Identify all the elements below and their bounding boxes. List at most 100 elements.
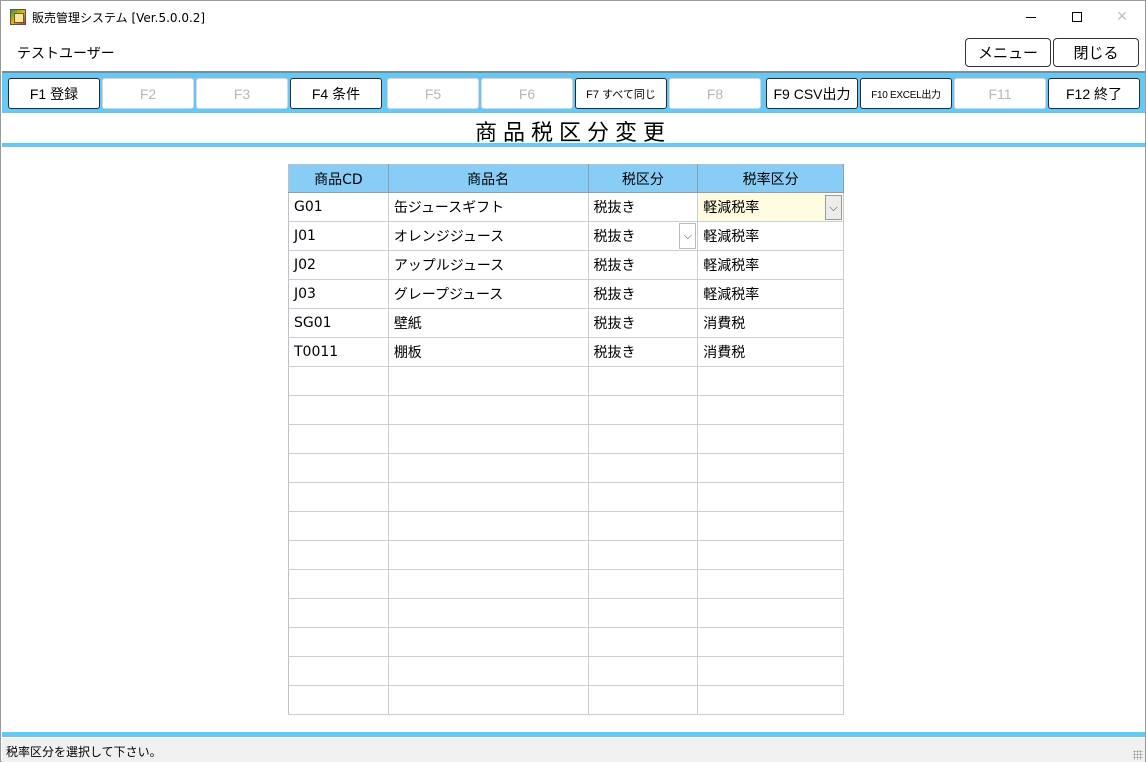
tax-rate-type-cell[interactable] <box>697 395 844 425</box>
table-row[interactable] <box>288 569 844 599</box>
product-code-cell[interactable]: SG01 <box>288 308 389 338</box>
f1-register-button[interactable]: F1 登録 <box>8 78 100 109</box>
product-code-cell[interactable] <box>288 656 389 686</box>
product-code-cell[interactable] <box>288 395 389 425</box>
f3-button[interactable]: F3 <box>196 78 288 109</box>
chevron-down-icon[interactable]: ⌵ <box>825 195 842 220</box>
tax-type-select[interactable]: 税抜き ⌵ <box>588 221 699 251</box>
tax-rate-type-cell[interactable] <box>697 453 844 483</box>
tax-rate-type-cell[interactable] <box>697 569 844 599</box>
tax-rate-type-cell[interactable]: 軽減税率 <box>697 250 844 280</box>
f11-button[interactable]: F11 <box>954 78 1046 109</box>
f8-button[interactable]: F8 <box>669 78 761 109</box>
product-name-cell[interactable] <box>388 511 589 541</box>
product-name-cell[interactable]: グレープジュース <box>388 279 589 309</box>
product-name-cell[interactable] <box>388 482 589 512</box>
tax-rate-type-cell[interactable] <box>697 598 844 628</box>
table-row[interactable] <box>288 685 844 715</box>
tax-rate-type-cell[interactable]: 軽減税率 <box>697 279 844 309</box>
table-row[interactable] <box>288 395 844 425</box>
tax-rate-type-cell[interactable]: 消費税 <box>697 308 844 338</box>
tax-rate-type-cell[interactable] <box>697 424 844 454</box>
product-name-cell[interactable] <box>388 453 589 483</box>
product-name-cell[interactable] <box>388 569 589 599</box>
table-row[interactable] <box>288 366 844 396</box>
f12-exit-button[interactable]: F12 終了 <box>1048 78 1140 109</box>
table-row[interactable] <box>288 453 844 483</box>
f2-button[interactable]: F2 <box>102 78 194 109</box>
chevron-down-icon[interactable]: ⌵ <box>679 223 697 249</box>
tax-type-cell[interactable] <box>588 569 699 599</box>
product-code-cell[interactable]: G01 <box>288 192 389 222</box>
tax-type-cell[interactable] <box>588 598 699 628</box>
product-code-cell[interactable] <box>288 569 389 599</box>
table-row[interactable] <box>288 540 844 570</box>
column-header-tax-rate-type[interactable]: 税率区分 <box>697 164 844 193</box>
product-code-cell[interactable] <box>288 540 389 570</box>
table-row[interactable] <box>288 424 844 454</box>
tax-rate-type-cell[interactable] <box>697 511 844 541</box>
product-code-cell[interactable] <box>288 598 389 628</box>
table-row[interactable]: T0011 棚板 税抜き 消費税 <box>288 337 844 367</box>
f9-csv-export-button[interactable]: F9 CSV出力 <box>766 78 858 109</box>
tax-type-cell[interactable]: 税抜き <box>588 192 699 222</box>
tax-rate-type-cell[interactable] <box>697 366 844 396</box>
product-name-cell[interactable]: アップルジュース <box>388 250 589 280</box>
product-name-cell[interactable] <box>388 627 589 657</box>
product-code-cell[interactable]: J03 <box>288 279 389 309</box>
product-name-cell[interactable] <box>388 366 589 396</box>
tax-rate-type-cell[interactable] <box>697 685 844 715</box>
close-button[interactable]: 閉じる <box>1053 38 1139 67</box>
tax-rate-type-cell[interactable]: 消費税 <box>697 337 844 367</box>
tax-type-cell[interactable]: 税抜き <box>588 337 699 367</box>
tax-type-cell[interactable] <box>588 540 699 570</box>
product-code-cell[interactable] <box>288 366 389 396</box>
product-name-cell[interactable] <box>388 424 589 454</box>
tax-type-cell[interactable] <box>588 424 699 454</box>
table-row[interactable]: J03 グレープジュース 税抜き 軽減税率 <box>288 279 844 309</box>
table-row[interactable] <box>288 482 844 512</box>
product-code-cell[interactable] <box>288 627 389 657</box>
product-code-cell[interactable]: J01 <box>288 221 389 251</box>
column-header-tax-type[interactable]: 税区分 <box>588 164 699 193</box>
table-row[interactable] <box>288 656 844 686</box>
product-code-cell[interactable] <box>288 685 389 715</box>
f7-all-same-button[interactable]: F7 すべて同じ <box>575 78 667 109</box>
table-row[interactable]: J01 オレンジジュース 税抜き ⌵ 軽減税率 <box>288 221 844 251</box>
product-name-cell[interactable] <box>388 685 589 715</box>
product-name-cell[interactable]: 缶ジュースギフト <box>388 192 589 222</box>
tax-type-cell[interactable] <box>588 685 699 715</box>
table-row[interactable]: J02 アップルジュース 税抜き 軽減税率 <box>288 250 844 280</box>
tax-type-cell[interactable]: 税抜き <box>588 250 699 280</box>
f6-button[interactable]: F6 <box>481 78 573 109</box>
close-window-button[interactable]: ✕ <box>1099 1 1145 33</box>
f5-button[interactable]: F5 <box>387 78 479 109</box>
tax-type-cell[interactable] <box>588 627 699 657</box>
tax-type-cell[interactable] <box>588 395 699 425</box>
tax-type-cell[interactable] <box>588 656 699 686</box>
tax-rate-type-cell[interactable] <box>697 540 844 570</box>
product-code-cell[interactable] <box>288 511 389 541</box>
tax-rate-type-cell[interactable] <box>697 482 844 512</box>
table-row[interactable]: G01 缶ジュースギフト 税抜き 軽減税率 ⌵ <box>288 192 844 222</box>
product-code-cell[interactable] <box>288 482 389 512</box>
product-name-cell[interactable] <box>388 598 589 628</box>
f4-condition-button[interactable]: F4 条件 <box>290 78 382 109</box>
menu-button[interactable]: メニュー <box>965 38 1051 67</box>
tax-type-cell[interactable]: 税抜き <box>588 279 699 309</box>
f10-excel-export-button[interactable]: F10 EXCEL出力 <box>860 78 952 109</box>
maximize-button[interactable] <box>1054 1 1100 33</box>
tax-type-cell[interactable] <box>588 366 699 396</box>
product-code-cell[interactable] <box>288 424 389 454</box>
resize-grip-icon[interactable] <box>1133 750 1143 760</box>
product-name-cell[interactable]: オレンジジュース <box>388 221 589 251</box>
product-name-cell[interactable] <box>388 540 589 570</box>
table-row[interactable] <box>288 598 844 628</box>
table-row[interactable]: SG01 壁紙 税抜き 消費税 <box>288 308 844 338</box>
column-header-product-code[interactable]: 商品CD <box>288 164 389 193</box>
product-name-cell[interactable] <box>388 395 589 425</box>
column-header-product-name[interactable]: 商品名 <box>388 164 589 193</box>
table-row[interactable] <box>288 627 844 657</box>
minimize-button[interactable] <box>1008 1 1054 33</box>
product-code-cell[interactable] <box>288 453 389 483</box>
